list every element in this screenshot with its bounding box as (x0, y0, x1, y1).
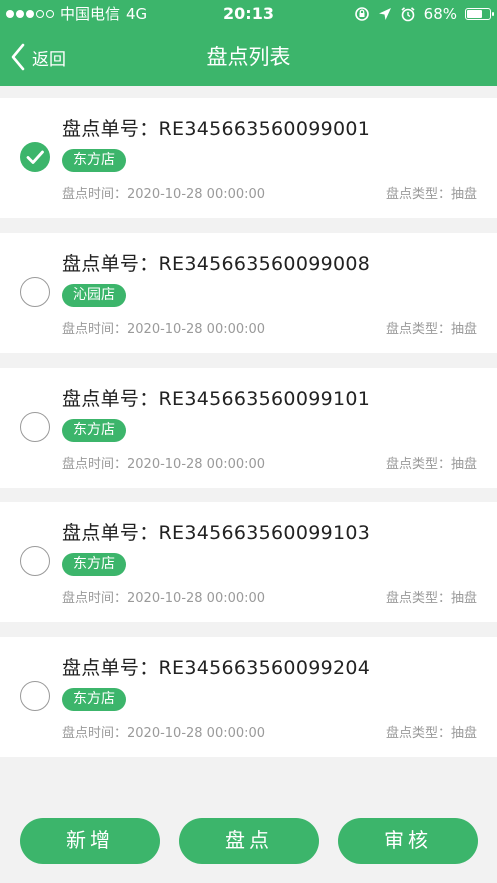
order-number: 盘点单号：RE345663560099103 (62, 522, 371, 544)
rotation-lock-icon (354, 7, 369, 21)
signal-icon (6, 10, 54, 18)
alarm-icon (401, 7, 415, 22)
battery-icon (465, 8, 494, 20)
count-type: 盘点类型：抽盘 (385, 457, 477, 472)
store-badge: 沁园店 (62, 284, 126, 307)
count-type: 盘点类型：抽盘 (385, 322, 477, 337)
network-type: 4G (126, 5, 148, 23)
add-button[interactable]: 新增 (20, 818, 160, 864)
checkmark-icon (26, 150, 44, 164)
store-badge: 东方店 (62, 149, 126, 172)
count-button[interactable]: 盘点 (179, 818, 319, 864)
count-time: 盘点时间：2020-10-28 00:00:00 (62, 726, 266, 741)
count-time: 盘点时间：2020-10-28 00:00:00 (62, 187, 266, 202)
carrier-name: 中国电信 (60, 5, 121, 23)
count-time: 盘点时间：2020-10-28 00:00:00 (62, 591, 266, 606)
back-button[interactable]: 返回 (10, 40, 66, 74)
order-number: 盘点单号：RE345663560099008 (62, 253, 371, 275)
location-icon (378, 8, 391, 20)
battery-percent: 68% (423, 5, 457, 23)
page-title: 盘点列表 (206, 45, 291, 69)
count-type: 盘点类型：抽盘 (385, 187, 477, 202)
count-type: 盘点类型：抽盘 (385, 726, 477, 741)
count-time: 盘点时间：2020-10-28 00:00:00 (62, 457, 266, 472)
list-item[interactable]: 盘点单号：RE345663560099103 东方店 盘点时间：2020-10-… (0, 502, 497, 622)
select-checkbox[interactable] (20, 412, 50, 442)
order-number: 盘点单号：RE345663560099204 (62, 657, 371, 679)
back-label: 返回 (32, 49, 66, 70)
list-item[interactable]: 盘点单号：RE345663560099204 东方店 盘点时间：2020-10-… (0, 637, 497, 757)
nav-bar: 返回 盘点列表 (0, 28, 497, 86)
list-item[interactable]: 盘点单号：RE345663560099001 东方店 盘点时间：2020-10-… (0, 98, 497, 218)
list-item[interactable]: 盘点单号：RE345663560099008 沁园店 盘点时间：2020-10-… (0, 233, 497, 353)
select-checkbox[interactable] (20, 277, 50, 307)
list-item[interactable]: 盘点单号：RE345663560099101 东方店 盘点时间：2020-10-… (0, 368, 497, 488)
review-button[interactable]: 审核 (338, 818, 478, 864)
store-badge: 东方店 (62, 553, 126, 576)
status-bar: 中国电信 4G 20:13 68% (0, 0, 497, 28)
count-type: 盘点类型：抽盘 (385, 591, 477, 606)
store-badge: 东方店 (62, 419, 126, 442)
order-number: 盘点单号：RE345663560099001 (62, 118, 371, 140)
order-number: 盘点单号：RE345663560099101 (62, 388, 371, 410)
store-badge: 东方店 (62, 688, 126, 711)
select-checkbox[interactable] (20, 142, 50, 172)
chevron-left-icon (11, 43, 25, 71)
select-checkbox[interactable] (20, 681, 50, 711)
select-checkbox[interactable] (20, 546, 50, 576)
count-time: 盘点时间：2020-10-28 00:00:00 (62, 322, 266, 337)
top-bar: 中国电信 4G 20:13 68% 返回 盘点列表 (0, 0, 497, 86)
